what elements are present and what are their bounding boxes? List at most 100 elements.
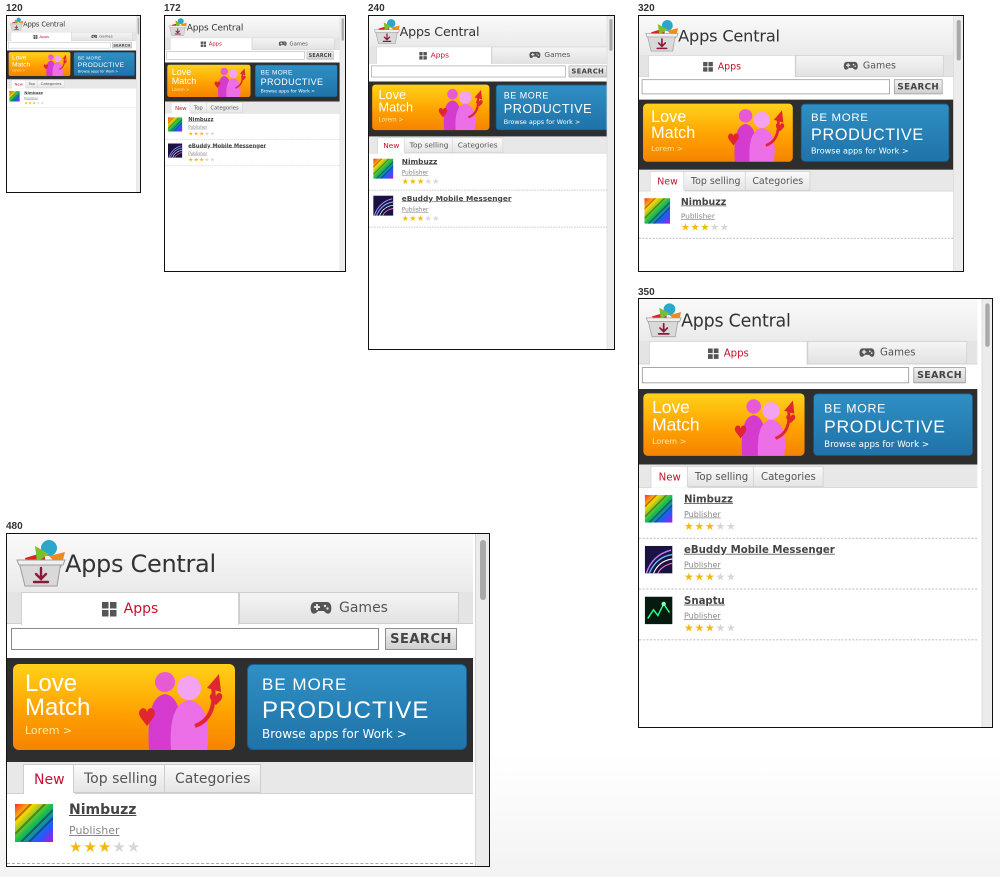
be-more-productive-banner[interactable]: BE MORE PRODUCTIVE Browse apps for Work … xyxy=(800,103,950,162)
tab-apps[interactable]: Apps xyxy=(376,46,492,65)
be-more-productive-banner[interactable]: BE MORE PRODUCTIVE Browse apps for Work … xyxy=(73,52,135,77)
tab-categories[interactable]: Categories xyxy=(37,79,65,88)
tab-games[interactable]: Games xyxy=(807,341,968,365)
tab-new[interactable]: New xyxy=(649,171,686,192)
list-item[interactable]: Nimbuzz Publisher ★ ★ ★ ★ ★ xyxy=(165,114,340,140)
tab-top-selling[interactable]: Top selling xyxy=(73,764,169,793)
tab-top-selling[interactable]: Top xyxy=(189,102,207,114)
app-name[interactable]: Nimbuzz xyxy=(681,197,726,208)
love-match-banner[interactable]: Love Match Lorem > xyxy=(13,664,235,750)
tab-apps[interactable]: Apps xyxy=(10,32,72,42)
app-name[interactable]: Nimbuzz xyxy=(684,494,733,506)
tab-apps[interactable]: Apps xyxy=(21,592,239,625)
search-button[interactable]: SEARCH xyxy=(893,79,943,95)
app-name[interactable]: eBuddy Mobile Messenger xyxy=(684,544,835,556)
be-more-productive-banner[interactable]: BE MORE PRODUCTIVE Browse apps for Work … xyxy=(247,664,467,750)
tab-apps[interactable]: Apps xyxy=(648,55,796,78)
tab-top-selling[interactable]: Top selling xyxy=(403,137,455,153)
list-item[interactable]: Nimbuzz Publisher ★ ★ ★ ★ ★ xyxy=(7,88,137,108)
scrollbar-thumb[interactable] xyxy=(341,18,344,41)
star-icon: ★ xyxy=(417,213,425,224)
app-publisher[interactable]: Publisher xyxy=(69,824,120,837)
tab-games[interactable]: Games xyxy=(71,32,133,42)
app-name[interactable]: eBuddy Mobile Messenger xyxy=(402,195,512,203)
tab-games[interactable]: Games xyxy=(239,592,459,624)
search-button[interactable]: SEARCH xyxy=(306,51,334,60)
list-item[interactable]: Nimbuzz Publisher ★ ★ ★ ★ ★ xyxy=(7,794,473,864)
tab-categories[interactable]: Categories xyxy=(744,171,811,191)
love-match-banner[interactable]: Love Match Lorem > xyxy=(643,103,793,162)
list-item[interactable]: eBuddy Mobile Messenger Publisher ★ ★ ★ ★ ★ xyxy=(165,140,340,166)
list-item[interactable]: eBuddy Mobile Messenger Publisher ★ ★ ★ ★ ★ xyxy=(369,190,614,228)
scrollbar-thumb[interactable] xyxy=(985,303,990,347)
app-name[interactable]: eBuddy Mobile Messenger xyxy=(188,143,266,149)
tab-new[interactable]: New xyxy=(377,137,406,154)
search-input[interactable] xyxy=(166,51,305,60)
tab-top-selling[interactable]: Top selling xyxy=(683,171,748,191)
app-name[interactable]: Snaptu xyxy=(684,595,725,607)
be-more-productive-banner[interactable]: BE MORE PRODUCTIVE Browse apps for Work … xyxy=(495,84,613,131)
tab-top-selling[interactable]: Top xyxy=(25,79,39,88)
be-more-productive-banner[interactable]: BE MORE PRODUCTIVE Browse apps for Work … xyxy=(813,393,973,456)
search-button[interactable]: SEARCH xyxy=(385,628,457,650)
app-publisher[interactable]: Publisher xyxy=(684,560,721,569)
list-item[interactable]: Nimbuzz Publisher ★ ★ ★ ★ ★ xyxy=(639,488,978,539)
be-more-productive-banner[interactable]: BE MORE PRODUCTIVE Browse apps for Work … xyxy=(255,64,338,97)
vertical-scrollbar[interactable] xyxy=(475,534,489,866)
vertical-scrollbar[interactable] xyxy=(339,16,345,271)
app-publisher[interactable]: Publisher xyxy=(402,169,429,176)
scrollbar-thumb[interactable] xyxy=(956,20,961,61)
search-input[interactable] xyxy=(8,42,111,49)
tab-new[interactable]: New xyxy=(171,102,191,114)
scrollbar-thumb[interactable] xyxy=(137,17,140,35)
tab-categories[interactable]: Categories xyxy=(752,465,824,488)
tab-new[interactable]: New xyxy=(11,79,27,89)
tab-categories[interactable]: Categories xyxy=(451,137,504,153)
search-input[interactable] xyxy=(641,79,890,95)
search-button[interactable]: SEARCH xyxy=(112,42,133,49)
list-item[interactable]: Nimbuzz Publisher ★ ★ ★ ★ ★ xyxy=(639,191,954,239)
tab-top-selling[interactable]: Top selling xyxy=(686,465,757,488)
app-name[interactable]: Nimbuzz xyxy=(188,117,213,123)
tab-apps[interactable]: Apps xyxy=(649,341,808,366)
app-publisher[interactable]: Publisher xyxy=(402,206,429,213)
search-button[interactable]: SEARCH xyxy=(913,367,966,384)
app-name[interactable]: Nimbuzz xyxy=(69,802,136,818)
love-match-banner[interactable]: Love Match Lorem > xyxy=(167,64,251,97)
list-item[interactable]: eBuddy Mobile Messenger Publisher ★ ★ ★ ★ ★ xyxy=(639,539,978,590)
vertical-scrollbar[interactable] xyxy=(981,299,992,727)
app-publisher[interactable]: Publisher xyxy=(684,510,721,519)
love-match-banner[interactable]: Love Match Lorem > xyxy=(8,52,71,77)
app-publisher[interactable]: Publisher xyxy=(684,611,721,620)
love-match-banner[interactable]: Love Match Lorem > xyxy=(372,84,490,131)
love-match-banner[interactable]: Love Match Lorem > xyxy=(643,393,805,456)
tab-games[interactable]: Games xyxy=(491,46,608,64)
couple-hearts-icon xyxy=(728,109,785,162)
tab-new[interactable]: New xyxy=(23,764,76,794)
vertical-scrollbar[interactable] xyxy=(136,16,140,192)
tab-new[interactable]: New xyxy=(650,465,689,488)
list-item[interactable]: Nimbuzz Publisher ★ ★ ★ ★ ★ xyxy=(369,153,614,191)
search-input[interactable] xyxy=(371,65,566,78)
tab-categories[interactable]: Categories xyxy=(164,764,262,793)
app-publisher[interactable]: Publisher xyxy=(188,125,207,130)
app-publisher[interactable]: Publisher xyxy=(681,212,715,221)
tab-categories[interactable]: Categories xyxy=(206,102,243,114)
app-name[interactable]: Nimbuzz xyxy=(24,90,43,94)
scrollbar-thumb[interactable] xyxy=(480,540,486,600)
tab-apps[interactable]: Apps xyxy=(170,37,252,51)
list-item[interactable]: Snaptu Publisher ★ ★ ★ ★ ★ xyxy=(639,589,978,641)
app-name[interactable]: Nimbuzz xyxy=(402,158,438,166)
nimbuzz-app-icon xyxy=(168,117,183,132)
gamepad-icon xyxy=(278,41,287,46)
tab-games[interactable]: Games xyxy=(252,37,335,50)
app-publisher[interactable]: Publisher xyxy=(188,151,207,156)
search-button[interactable]: SEARCH xyxy=(568,65,607,78)
vertical-scrollbar[interactable] xyxy=(606,16,614,349)
search-input[interactable] xyxy=(641,367,910,384)
scrollbar-thumb[interactable] xyxy=(609,19,613,51)
tab-games[interactable]: Games xyxy=(795,55,944,77)
vertical-scrollbar[interactable] xyxy=(953,16,963,271)
search-input[interactable] xyxy=(11,628,379,650)
list-tabs: New Top selling Categories xyxy=(639,464,978,488)
